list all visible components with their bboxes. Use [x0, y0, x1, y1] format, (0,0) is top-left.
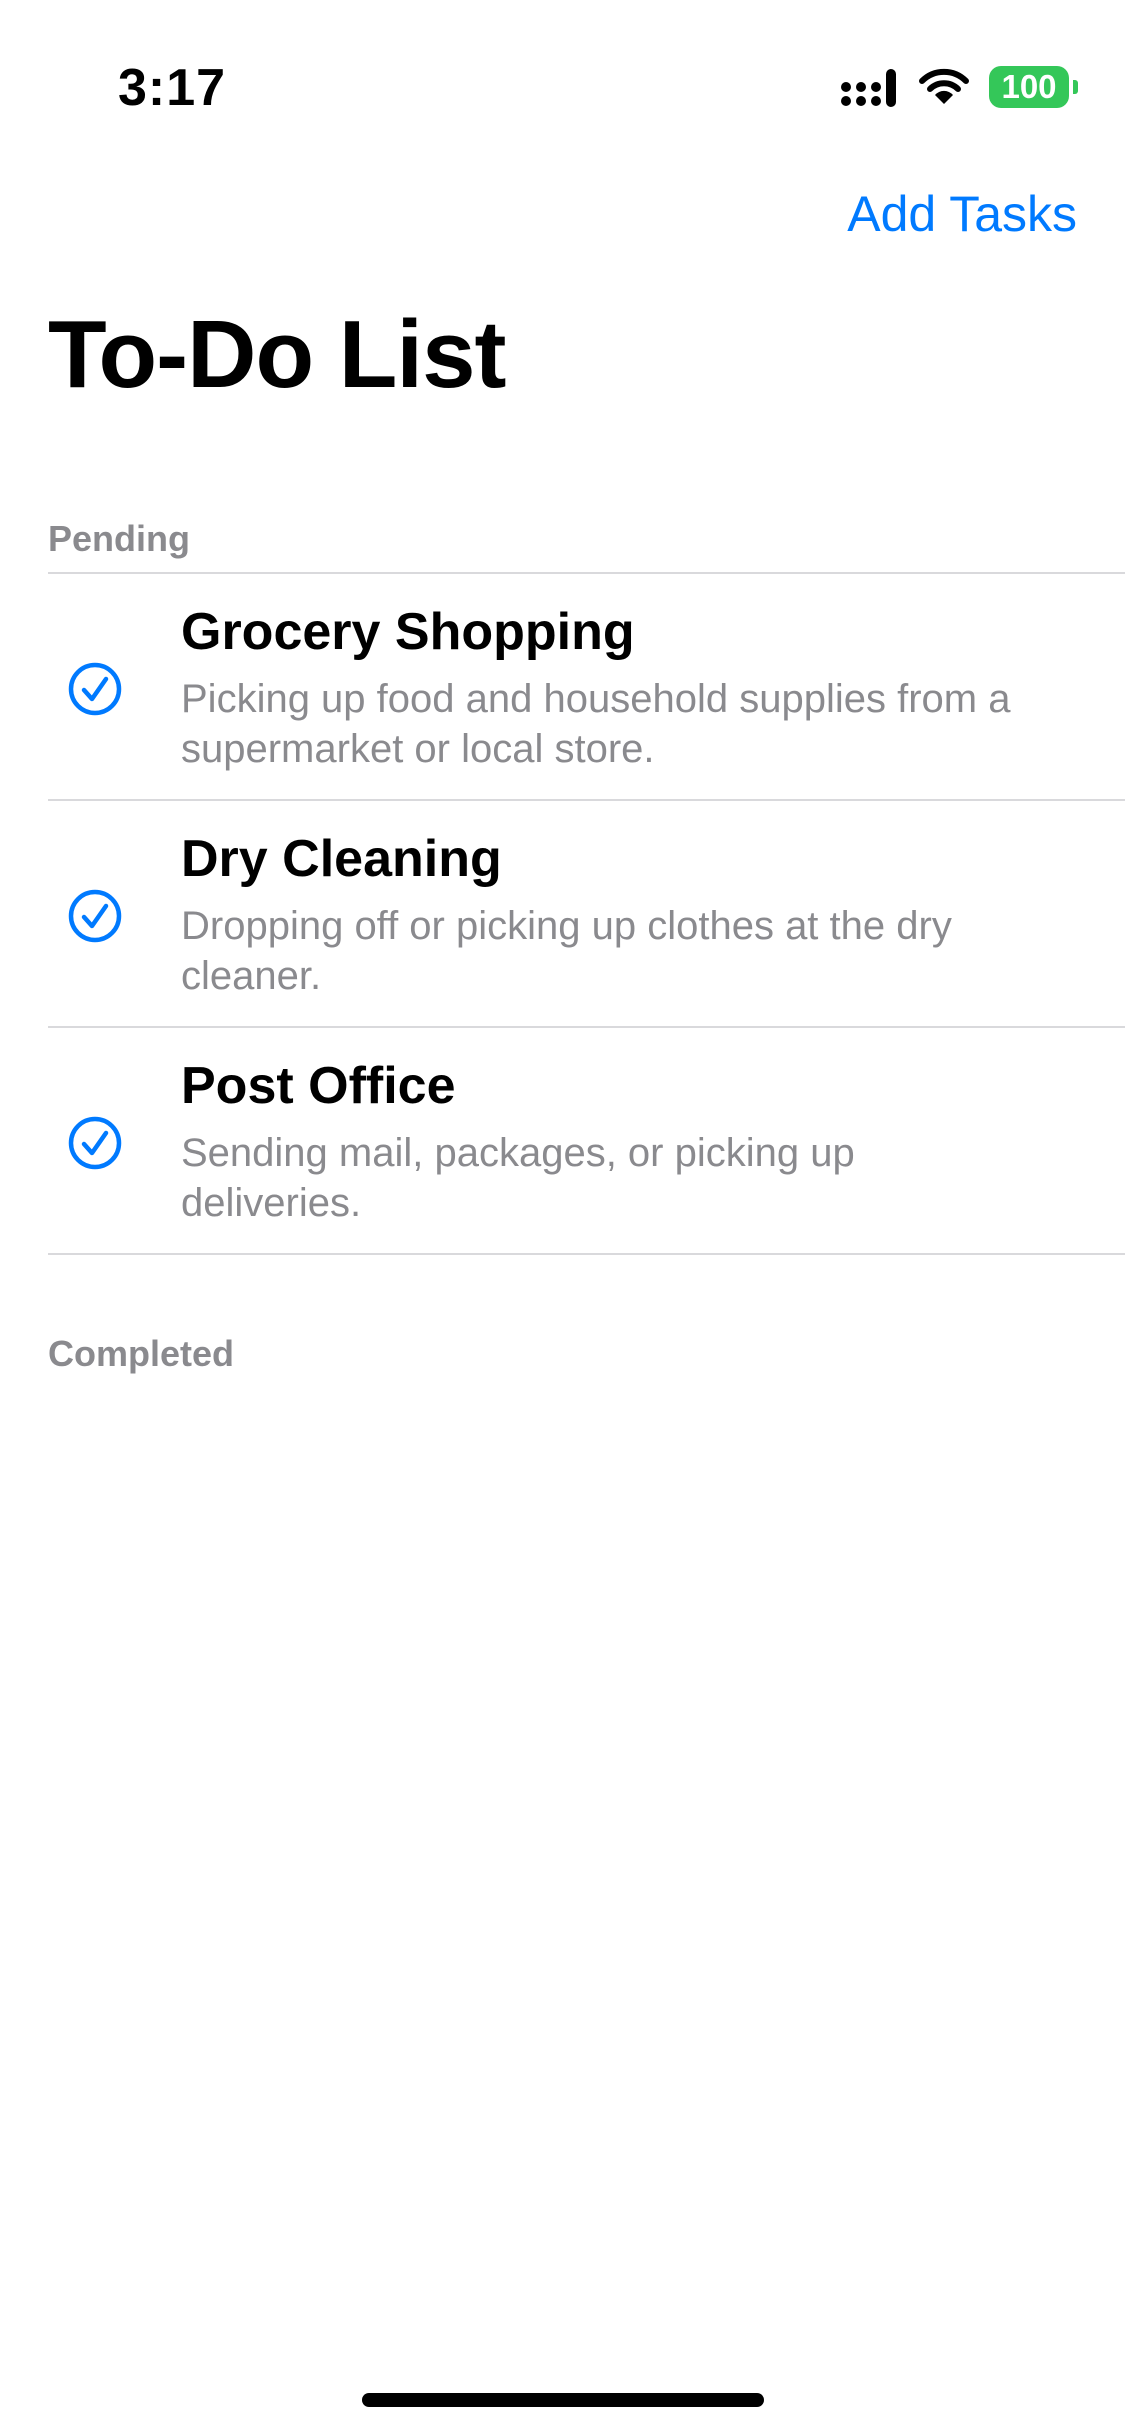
status-indicators: 100: [841, 64, 1078, 110]
page-title: To-Do List: [48, 301, 506, 408]
cellular-signal-icon: [841, 69, 896, 107]
task-description: Picking up food and household supplies f…: [181, 677, 1011, 771]
status-bar: 3:17 100: [0, 0, 1125, 150]
battery-icon: 100: [989, 66, 1078, 108]
task-row-grocery-shopping[interactable]: Grocery Shopping Picking up food and hou…: [48, 574, 1125, 801]
battery-cap: [1073, 80, 1078, 94]
task-row-post-office[interactable]: Post Office Sending mail, packages, or p…: [48, 1028, 1125, 1255]
section-header-completed: Completed: [48, 1333, 235, 1374]
task-row-dry-cleaning[interactable]: Dry Cleaning Dropping off or picking up …: [48, 801, 1125, 1028]
checkmark-circle-icon[interactable]: [68, 1116, 122, 1170]
task-title: Post Office: [181, 1057, 456, 1115]
wifi-icon: [919, 68, 969, 104]
add-tasks-button[interactable]: Add Tasks: [847, 185, 1077, 243]
task-title: Dry Cleaning: [181, 830, 502, 888]
section-header-pending: Pending: [48, 518, 190, 559]
checkmark-circle-icon[interactable]: [68, 889, 122, 943]
battery-level: 100: [1001, 68, 1057, 105]
status-time: 3:17: [118, 59, 227, 117]
pending-task-list: Grocery Shopping Picking up food and hou…: [48, 572, 1125, 1255]
checkmark-circle-icon[interactable]: [68, 662, 122, 716]
task-description: Dropping off or picking up clothes at th…: [181, 904, 952, 998]
home-indicator[interactable]: [362, 2393, 764, 2407]
task-title: Grocery Shopping: [181, 603, 635, 661]
task-description: Sending mail, packages, or picking up de…: [181, 1131, 855, 1225]
